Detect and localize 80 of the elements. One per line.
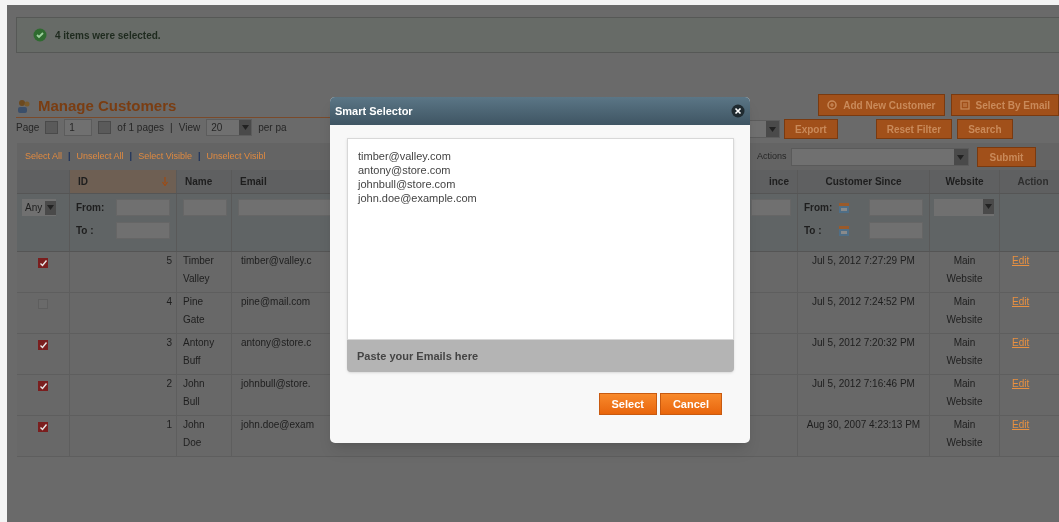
table-cell-text: Timber Valley [183, 254, 215, 286]
add-icon [827, 100, 838, 110]
table-cell-text: Main Website [945, 377, 984, 409]
separator: | [198, 149, 201, 163]
table-cell-text: Jul 5, 2012 7:27:29 PM [811, 254, 916, 268]
check-icon [33, 28, 47, 42]
grid-button[interactable]: Search [957, 119, 1013, 139]
actions-label: Actions [757, 150, 787, 164]
table-cell-text: 1 [166, 418, 172, 432]
edit-link[interactable]: Edit [1012, 419, 1030, 430]
edit-link[interactable]: Edit [1012, 378, 1030, 389]
column-header[interactable]: Website [930, 170, 1000, 193]
table-cell: timber@valley.c [241, 255, 312, 266]
website-filter-select[interactable] [934, 199, 994, 216]
next-page-button[interactable] [98, 121, 112, 134]
dialog-button[interactable]: Select [598, 393, 657, 415]
table-cell-text: Main Website [945, 418, 984, 450]
dialog-button[interactable]: Cancel [659, 393, 722, 415]
filter-label: To : [76, 224, 94, 238]
grid-button[interactable]: Export [784, 119, 838, 139]
mass-action-link[interactable]: Unselect Visibl [206, 149, 266, 164]
calendar-icon[interactable] [838, 224, 850, 237]
users-icon [16, 98, 32, 115]
table-cell: antony@store.c [241, 337, 312, 348]
table-cell: john.doe@exam [241, 419, 314, 430]
success-message: 4 items were selected. [55, 28, 161, 43]
table-cell-text: John Doe [183, 418, 206, 450]
per-page-select[interactable]: 20 [206, 119, 253, 136]
table-cell-text: Pine Gate [183, 295, 206, 327]
mass-action-link[interactable]: Select All [25, 149, 63, 164]
page-title: Manage Customers [38, 96, 177, 116]
separator: | [170, 121, 173, 135]
table-cell-text: Main Website [945, 254, 984, 286]
separator: | [68, 149, 71, 163]
previous-page-button[interactable] [45, 121, 59, 134]
table-cell-text: 5 [166, 254, 172, 268]
status-filter-select[interactable]: Any [22, 199, 56, 216]
page-field[interactable]: 1 [64, 119, 93, 136]
sort-arrow-icon [162, 177, 168, 186]
table-cell-text: Jul 5, 2012 7:20:32 PM [811, 336, 916, 350]
table-cell: pine@mail.com [241, 296, 311, 307]
pager-text: per pa [258, 121, 287, 135]
submit-button[interactable]: Submit [976, 147, 1037, 167]
pager-text: View [178, 121, 201, 135]
table-cell-text: John Bull [183, 377, 206, 409]
table-cell-text: Main Website [945, 336, 984, 368]
emails-textarea[interactable]: timber@valley.com antony@store.com johnbull@store.com john.doe@example.com [347, 138, 734, 340]
table-cell-text: 2 [166, 377, 172, 391]
table-cell-text: Aug 30, 2007 4:23:13 PM [805, 418, 922, 432]
dialog-title: Smart Selector [335, 103, 413, 119]
edit-link[interactable]: Edit [1012, 337, 1030, 348]
table-cell: johnbull@store. [241, 378, 311, 389]
table-cell-text: 3 [166, 336, 172, 350]
edit-link[interactable]: Edit [1012, 296, 1030, 307]
pager-text: of 1 pages [117, 121, 165, 135]
table-cell-text: Jul 5, 2012 7:16:46 PM [811, 377, 916, 391]
column-header[interactable]: Customer Since [798, 170, 930, 193]
filter-label: From: [76, 201, 105, 215]
calendar-icon[interactable] [838, 201, 850, 214]
separator: | [129, 149, 133, 163]
select-by-email-button[interactable]: Select By Email [950, 94, 1059, 116]
edit-link[interactable]: Edit [1012, 255, 1030, 266]
close-icon[interactable] [731, 104, 745, 118]
mass-action-link[interactable]: Select Visible [138, 149, 192, 164]
pager-text: Page [16, 121, 40, 135]
actions-select[interactable] [790, 148, 969, 166]
list-icon [959, 100, 970, 110]
column-header[interactable]: Name [177, 170, 232, 193]
column-header[interactable]: ID [70, 170, 177, 193]
filter-field[interactable] [751, 199, 791, 216]
add-customer-button[interactable]: Add New Customer [818, 94, 945, 116]
filter-label: From: [804, 201, 832, 215]
filter-label: To : [804, 224, 823, 238]
textarea-hint: Paste your Emails here [357, 348, 479, 364]
table-cell-text: Main Website [945, 295, 984, 327]
table-cell-text: Jul 5, 2012 7:24:52 PM [811, 295, 916, 309]
table-cell-text: Antony Buff [183, 336, 216, 368]
mass-action-link[interactable]: Unselect All [76, 149, 124, 164]
table-cell-text: 4 [166, 295, 172, 309]
grid-button[interactable]: Reset Filter [875, 119, 953, 139]
